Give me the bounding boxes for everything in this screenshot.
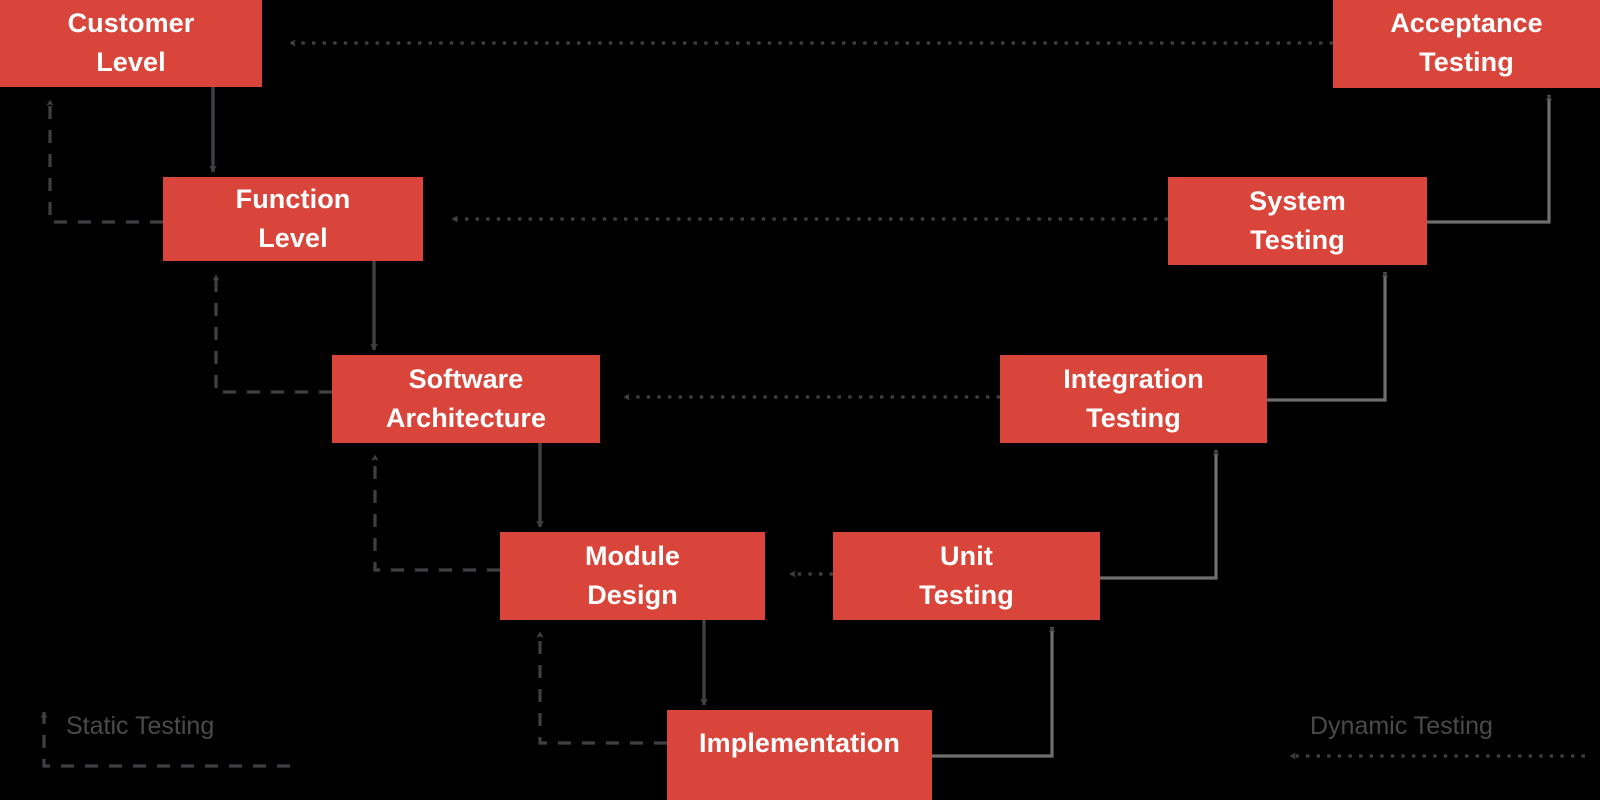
node-software-architecture-line2: Architecture <box>385 403 547 433</box>
edge-function-level-reviews-customer-level <box>46 99 163 224</box>
node-module-design-line2: Design <box>587 580 678 610</box>
node-system-testing-line2: Testing <box>1250 225 1345 255</box>
node-function-level-line1: Function <box>235 183 351 214</box>
node-function-level-line2: Level <box>258 223 328 253</box>
node-unit-testing[interactable]: Unit Testing <box>833 532 1100 620</box>
node-unit-testing-line1: Unit <box>940 540 993 571</box>
edge-integration-testing-to-system-testing <box>1267 271 1389 402</box>
node-implementation[interactable]: Implementation <box>667 710 932 800</box>
node-module-design-line1: Module <box>584 540 681 571</box>
node-customer-level[interactable]: Customer Level <box>0 0 262 87</box>
node-customer-level-line1: Customer <box>67 7 195 38</box>
node-acceptance-testing-line2: Testing <box>1419 46 1514 77</box>
node-function-level[interactable]: Function Level <box>163 177 423 261</box>
label-dynamic-testing: Dynamic Testing <box>1310 712 1493 740</box>
node-implementation-line1: Implementation <box>699 728 900 758</box>
node-module-design[interactable]: Module Design <box>500 532 765 620</box>
node-customer-level-line2: Level <box>96 46 166 77</box>
node-integration-testing-line2: Testing <box>1086 403 1181 433</box>
edge-system-testing-to-acceptance-testing <box>1427 94 1553 224</box>
node-acceptance-testing[interactable]: Acceptance Testing <box>1333 0 1600 88</box>
label-static-testing: Static Testing <box>66 712 215 740</box>
edge-module-design-reviews-software-architecture <box>371 454 500 572</box>
node-unit-testing-line2: Testing <box>919 580 1014 610</box>
node-integration-testing-line1: Integration <box>1063 363 1204 394</box>
v-model-diagram-canvas: Customer Level Function Level Software A… <box>0 0 1600 800</box>
node-system-testing-line1: System <box>1249 185 1346 216</box>
edge-implementation-to-unit-testing <box>932 626 1056 758</box>
edge-implementation-reviews-module-design <box>536 631 667 745</box>
node-system-testing[interactable]: System Testing <box>1168 177 1427 265</box>
edge-unit-testing-to-integration-testing <box>1100 449 1220 580</box>
diagram-edges-layer <box>40 39 1585 768</box>
node-software-architecture[interactable]: Software Architecture <box>332 355 600 443</box>
node-integration-testing[interactable]: Integration Testing <box>1000 355 1267 443</box>
node-software-architecture-line1: Software <box>408 363 524 394</box>
edge-software-architecture-reviews-function-level <box>212 274 332 394</box>
node-acceptance-testing-line1: Acceptance <box>1390 7 1543 38</box>
